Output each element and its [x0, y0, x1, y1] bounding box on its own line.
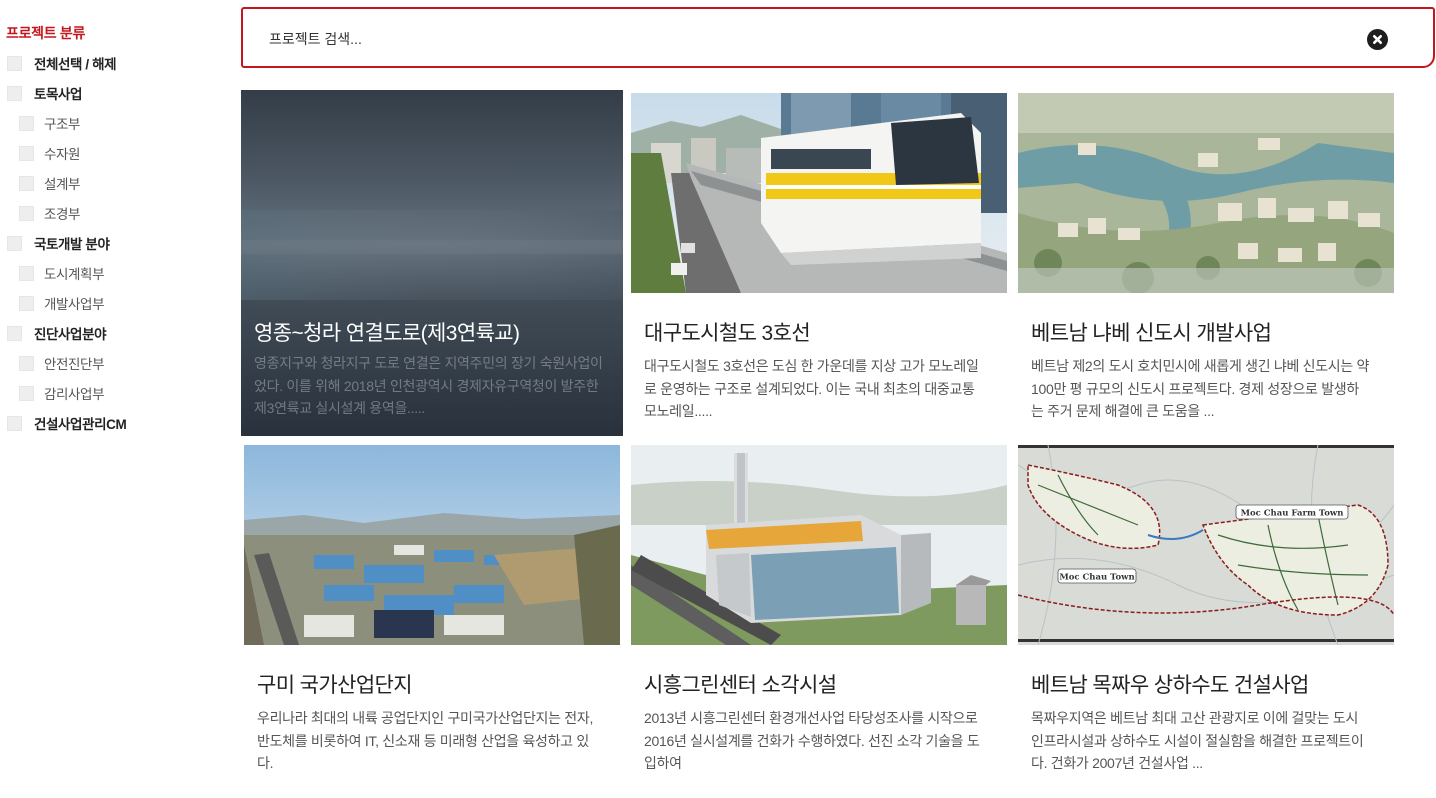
industrial-complex-aerial	[244, 445, 620, 645]
category-select-all[interactable]: 전체선택 / 해제	[7, 52, 117, 74]
checkbox[interactable]	[19, 115, 34, 131]
project-title: 대구도시철도 3호선	[644, 322, 811, 345]
project-card[interactable]: 베트남 냐베 신도시 개발사업 베트남 제2의 도시 호치민시에 새롭게 생긴 …	[1018, 93, 1396, 439]
project-card[interactable]: Moc Chau Farm Town Moc Chau Town 베트남 목짜우…	[1018, 445, 1396, 791]
checkbox[interactable]	[7, 415, 22, 431]
category-sidebar: 프로젝트 분류 전체선택 / 해제 토목사업 구조부 수자원 설계부 조경부 국…	[0, 0, 230, 798]
project-title: 시흥그린센터 소각시설	[644, 674, 837, 697]
category-water-resources[interactable]: 수자원	[19, 142, 80, 164]
category-label: 토목사업	[34, 87, 83, 102]
checkbox[interactable]	[19, 175, 34, 191]
new-city-aerial-rendering	[1018, 93, 1394, 293]
map-label-farm-town: Moc Chau Farm Town	[1241, 509, 1344, 519]
project-title: 영종~청라 연결도로(제3연륙교)	[254, 322, 520, 345]
checkbox[interactable]	[19, 145, 34, 161]
project-description: 베트남 제2의 도시 호치민시에 새롭게 생긴 냐베 신도시는 약 100만 평…	[1031, 358, 1370, 419]
category-label: 조경부	[44, 207, 81, 222]
category-label: 개발사업부	[44, 297, 105, 312]
project-card[interactable]: 대구도시철도 3호선 대구도시철도 3호선은 도심 한 가운데를 지상 고가 모…	[631, 93, 1009, 439]
monorail-photo	[631, 93, 1007, 293]
project-card[interactable]: 구미 국가산업단지 우리나라 최대의 내륙 공업단지인 구미국가산업단지는 전자…	[244, 445, 622, 791]
project-description: 목짜우지역은 베트남 최대 고산 관광지로 이에 걸맞는 도시 인프라시설과 상…	[1031, 710, 1364, 771]
category-civil[interactable]: 토목사업	[7, 82, 82, 104]
category-label: 구조부	[44, 117, 81, 132]
category-design[interactable]: 설계부	[19, 172, 80, 194]
category-landscape[interactable]: 조경부	[19, 202, 80, 224]
checkbox[interactable]	[7, 85, 22, 101]
project-description: 2013년 시흥그린센터 환경개선사업 타당성조사를 시작으로 2016년 실시…	[644, 710, 980, 771]
search-input[interactable]	[269, 27, 1349, 51]
category-safety-diagnosis[interactable]: 안전진단부	[19, 352, 105, 374]
checkbox[interactable]	[19, 265, 34, 281]
category-label: 도시계획부	[44, 267, 105, 282]
close-circle-icon	[1373, 35, 1382, 44]
category-supervision[interactable]: 감리사업부	[19, 382, 105, 404]
category-diagnosis[interactable]: 진단사업분야	[7, 322, 107, 344]
water-network-map: Moc Chau Farm Town Moc Chau Town	[1018, 445, 1394, 645]
project-title: 구미 국가산업단지	[257, 674, 413, 697]
checkbox[interactable]	[7, 55, 22, 71]
category-construction-cm[interactable]: 건설사업관리CM	[7, 412, 127, 434]
project-title: 베트남 냐베 신도시 개발사업	[1031, 322, 1272, 345]
category-urban-planning[interactable]: 도시계획부	[19, 262, 105, 284]
checkbox[interactable]	[19, 205, 34, 221]
category-label: 감리사업부	[44, 387, 105, 402]
incinerator-facility-rendering	[631, 445, 1007, 645]
category-label: 진단사업분야	[34, 327, 107, 342]
project-description: 영종지구와 청라지구 도로 연결은 지역주민의 장기 숙원사업이었다. 이를 위…	[254, 355, 603, 416]
category-structure[interactable]: 구조부	[19, 112, 80, 134]
project-description: 우리나라 최대의 내륙 공업단지인 구미국가산업단지는 전자, 반도체를 비롯하…	[257, 710, 594, 771]
category-label: 국토개발 분야	[34, 237, 110, 252]
project-card[interactable]: 영종~청라 연결도로(제3연륙교) 영종지구와 청라지구 도로 연결은 지역주민…	[241, 90, 623, 436]
search-box	[241, 7, 1435, 68]
checkbox[interactable]	[19, 295, 34, 311]
checkbox[interactable]	[19, 355, 34, 371]
category-development-business[interactable]: 개발사업부	[19, 292, 105, 314]
checkbox[interactable]	[7, 235, 22, 251]
project-title: 베트남 목짜우 상하수도 건설사업	[1031, 674, 1309, 697]
project-card[interactable]: 시흥그린센터 소각시설 2013년 시흥그린센터 환경개선사업 타당성조사를 시…	[631, 445, 1009, 791]
category-label: 전체선택 / 해제	[34, 57, 117, 72]
category-land-development[interactable]: 국토개발 분야	[7, 232, 110, 254]
project-description: 대구도시철도 3호선은 도심 한 가운데를 지상 고가 모노레일로 운영하는 구…	[644, 358, 979, 419]
clear-search-button[interactable]	[1367, 29, 1388, 50]
category-label: 건설사업관리CM	[34, 417, 127, 432]
category-label: 설계부	[44, 177, 81, 192]
checkbox[interactable]	[7, 325, 22, 341]
sidebar-title: 프로젝트 분류	[6, 25, 86, 41]
category-label: 수자원	[44, 147, 81, 162]
checkbox[interactable]	[19, 385, 34, 401]
map-label-town: Moc Chau Town	[1059, 573, 1134, 583]
category-label: 안전진단부	[44, 357, 105, 372]
